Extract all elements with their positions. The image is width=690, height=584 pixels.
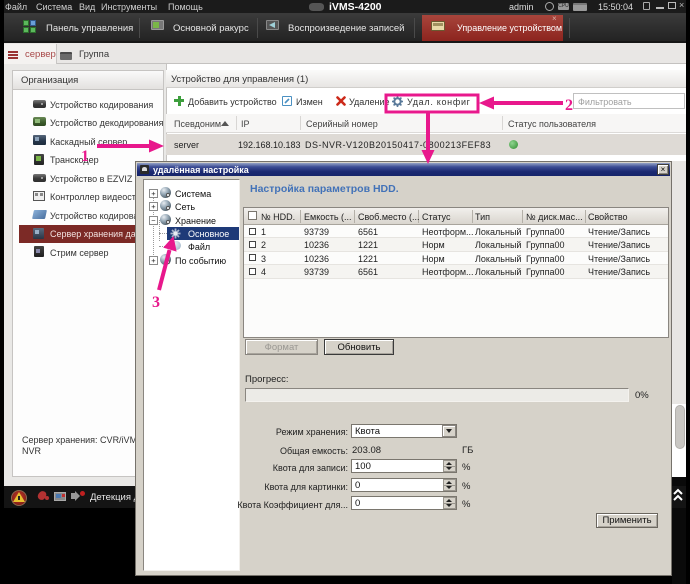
svg-text:3: 3 — [152, 294, 160, 311]
svg-text:2: 2 — [565, 97, 573, 114]
svg-text:1: 1 — [81, 148, 89, 165]
